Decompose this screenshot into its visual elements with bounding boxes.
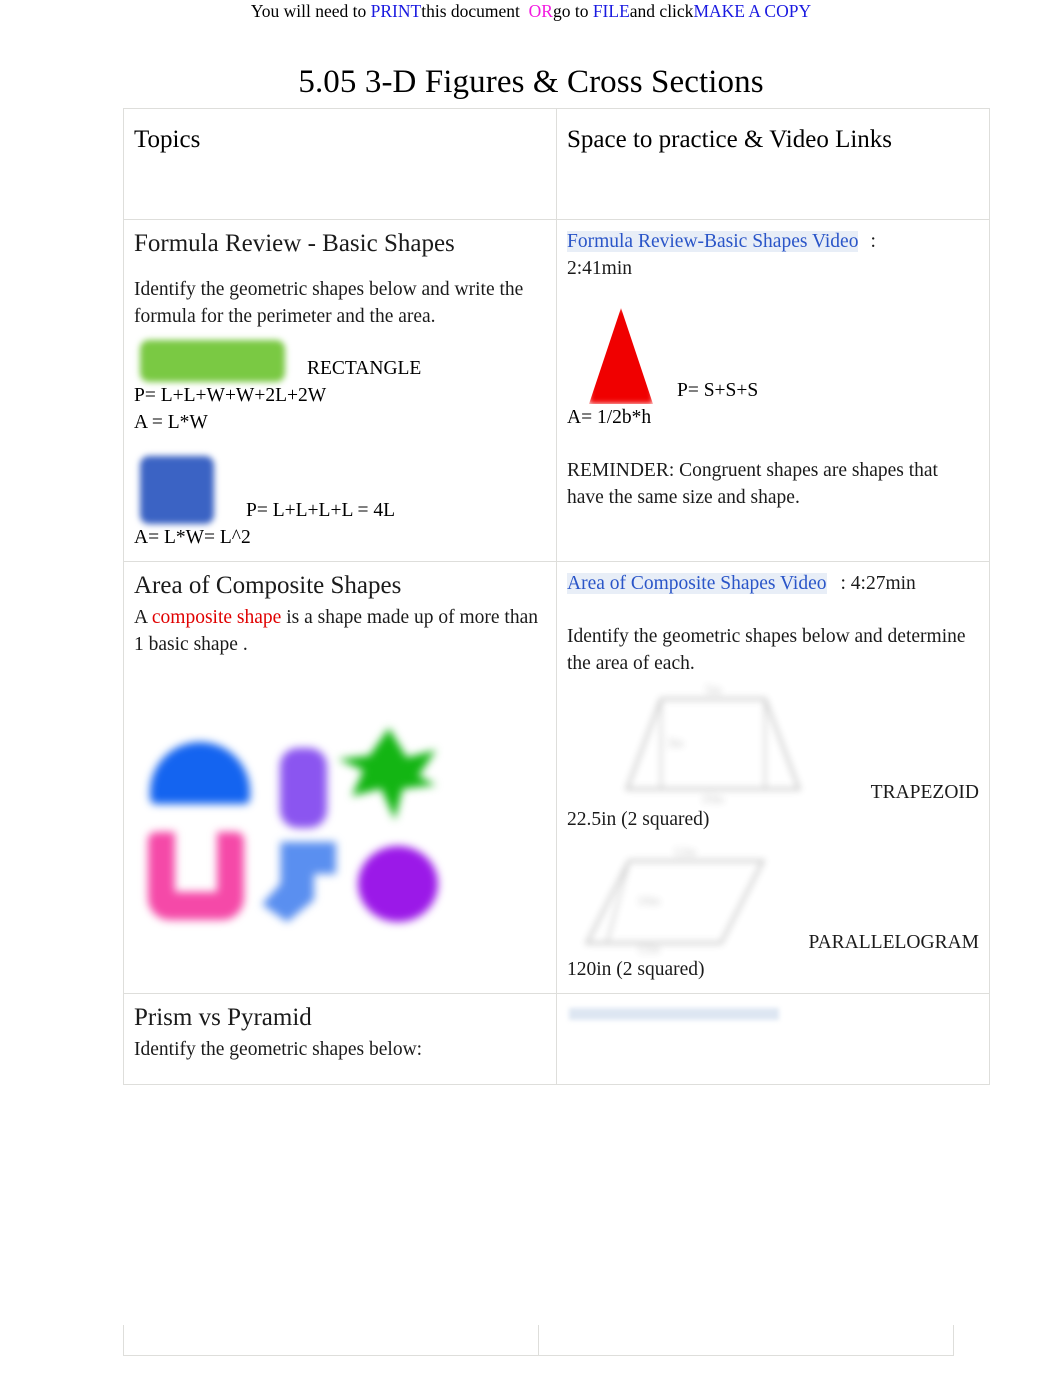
link-prism-pyramid-video[interactable] [569, 1008, 779, 1020]
header-cell-topics: Topics [123, 108, 557, 220]
continuation-cell-left [123, 1325, 539, 1356]
trapezoid-outline-figure: 5in 3in 10in [613, 685, 979, 805]
banner-part-print[interactable]: PRINT [371, 1, 422, 21]
column-header-practice: Space to practice & Video Links [567, 126, 893, 153]
worksheet-table-container: Topics Space to practice & Video Links F… [123, 108, 990, 1085]
square-figure-row: P= L+L+L+L = 4L [134, 450, 546, 524]
rectangle-figure-row: RECTANGLE [134, 330, 546, 382]
pink-u-shape-icon [148, 832, 244, 920]
svg-text:12in: 12in [637, 941, 661, 956]
svg-text:10in: 10in [637, 893, 661, 908]
triangle-area-formula: A= 1/2b*h [567, 407, 652, 428]
red-triangle-shape-icon [589, 308, 653, 404]
banner-part-2: this document [421, 1, 529, 21]
blue-arrow-shape-icon [262, 842, 336, 922]
parallelogram-answer: 120in (2 squared) [567, 959, 705, 980]
cell-formula-review-practice: Formula Review-Basic Shapes Video: 2:41m… [556, 219, 990, 562]
prism-pyramid-instruction: Identify the geometric shapes below: [134, 1039, 423, 1060]
definition-term-composite-shape: composite shape [151, 607, 282, 628]
rectangle-area-formula: A = L*W [134, 412, 208, 433]
banner-part-or: OR [528, 1, 553, 21]
formula-review-video-line: Formula Review-Basic Shapes Video: [567, 228, 979, 255]
rectangle-label: RECTANGLE [307, 358, 422, 379]
svg-text:5in: 5in [705, 685, 722, 697]
page-break-gap [0, 1180, 1062, 1325]
blue-dome-shape-icon [150, 742, 250, 804]
purple-pill-shape-icon [280, 748, 327, 828]
print-instructions-banner: You will need to PRINTthis document ORgo… [0, 0, 1062, 22]
link-suffix: : [870, 231, 876, 252]
rectangle-perimeter-formula: P= L+L+W+W+2L+2W [134, 385, 327, 406]
banner-part-make-a-copy[interactable]: MAKE A COPY [693, 1, 811, 21]
table-row: Formula Review - Basic Shapes Identify t… [123, 219, 990, 562]
congruent-shapes-reminder: REMINDER: Congruent shapes are shapes th… [567, 460, 938, 508]
table-row [123, 1325, 954, 1356]
link-formula-review-video[interactable]: Formula Review-Basic Shapes Video [567, 231, 859, 252]
composite-shapes-illustration [142, 720, 442, 935]
parallelogram-outline-figure: 12in 10in 12in [577, 847, 979, 957]
composite-instruction: Identify the geometric shapes below and … [567, 626, 966, 674]
cell-composite-shapes-practice: Area of Composite Shapes Video: 4:27min … [556, 561, 990, 994]
parallelogram-svg: 12in 10in 12in [584, 847, 766, 956]
svg-text:3in: 3in [667, 735, 684, 750]
table-continuation-stub [123, 1325, 954, 1356]
trapezoid-answer: 22.5in (2 squared) [567, 809, 710, 830]
cell-formula-review-topics: Formula Review - Basic Shapes Identify t… [123, 219, 557, 562]
section-heading-composite-shapes: Area of Composite Shapes [134, 572, 402, 599]
table-header-row: Topics Space to practice & Video Links [123, 108, 990, 220]
composite-shape-definition: A composite shape is a shape made up of … [134, 604, 546, 658]
banner-part-4: go to [552, 1, 593, 21]
triangle-figure-row: P= S+S+S [567, 308, 979, 404]
square-perimeter-formula: P= L+L+L+L = 4L [246, 500, 396, 521]
green-rectangle-shape-icon [140, 340, 285, 382]
purple-circle-shape-icon [358, 846, 438, 922]
composite-video-duration: : 4:27min [840, 573, 916, 594]
continuation-cell-right [538, 1325, 954, 1356]
banner-part-6: and click [629, 1, 694, 21]
square-area-formula: A= L*W= L^2 [134, 527, 251, 548]
triangle-perimeter-formula: P= S+S+S [677, 380, 759, 401]
trapezoid-svg: 5in 3in 10in [624, 685, 802, 805]
worksheet-table: Topics Space to practice & Video Links F… [123, 108, 990, 1085]
cell-prism-pyramid-topics: Prism vs Pyramid Identify the geometric … [123, 993, 557, 1085]
column-header-topics: Topics [134, 126, 201, 153]
worksheet-table-continued [123, 1325, 954, 1356]
table-row: Prism vs Pyramid Identify the geometric … [123, 993, 990, 1085]
formula-review-intro: Identify the geometric shapes below and … [134, 279, 524, 327]
page-title: 5.05 3-D Figures & Cross Sections [298, 64, 764, 100]
svg-text:12in: 12in [673, 847, 697, 859]
header-cell-practice: Space to practice & Video Links [556, 108, 990, 220]
banner-part-0: You will need to [250, 1, 371, 21]
formula-review-video-duration: 2:41min [567, 258, 633, 279]
banner-part-file[interactable]: FILE [593, 1, 630, 21]
definition-prefix: A [134, 607, 152, 628]
green-star-shape-icon [338, 728, 436, 820]
svg-text:10in: 10in [701, 791, 725, 805]
composite-video-line: Area of Composite Shapes Video : 4:27min [567, 570, 979, 597]
cell-composite-shapes-topics: Area of Composite Shapes A composite sha… [123, 561, 557, 994]
section-heading-prism-vs-pyramid: Prism vs Pyramid [134, 1004, 312, 1031]
section-heading-formula-review: Formula Review - Basic Shapes [134, 230, 455, 257]
bottom-mask [0, 1357, 1062, 1377]
cell-prism-pyramid-practice [556, 993, 990, 1085]
blue-square-shape-icon [140, 456, 214, 524]
link-composite-shapes-video[interactable]: Area of Composite Shapes Video [567, 573, 827, 594]
table-row: Area of Composite Shapes A composite sha… [123, 561, 990, 994]
